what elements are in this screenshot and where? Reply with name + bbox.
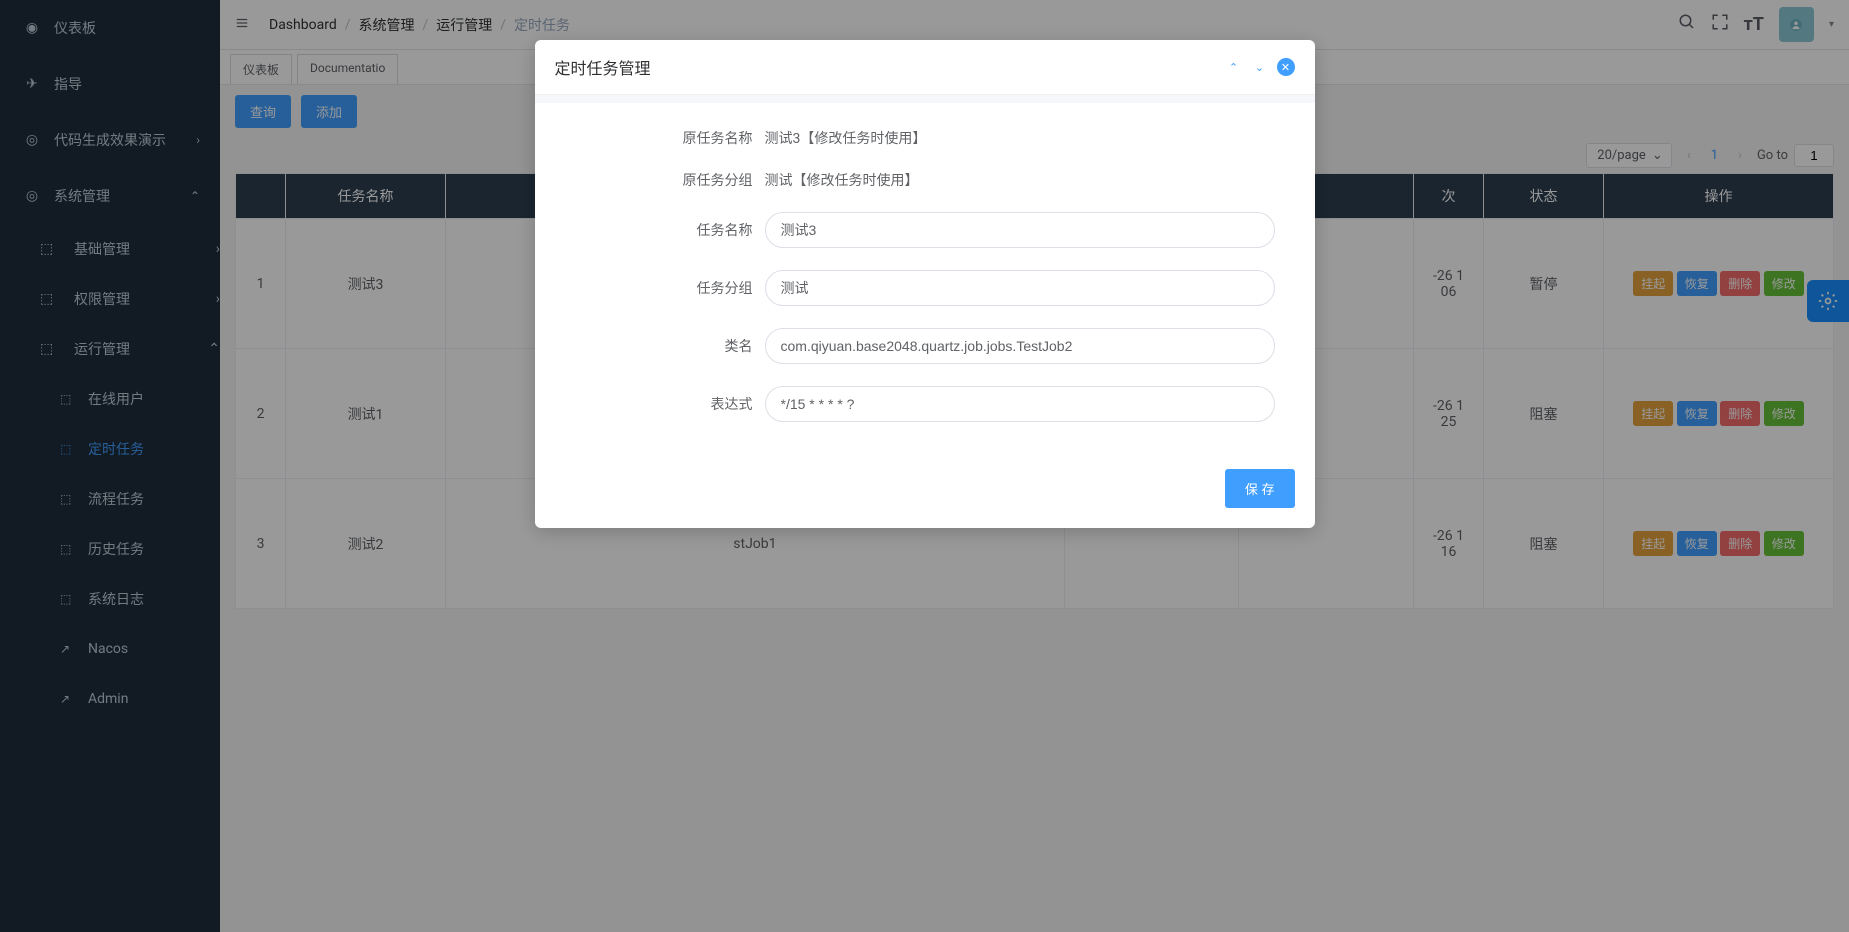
form-label: 类名 [575, 336, 765, 356]
form-label: 原任务名称 [575, 128, 765, 148]
modal-footer: 保 存 [535, 454, 1315, 528]
form-label: 任务分组 [575, 278, 765, 298]
form-row-group: 任务分组 [575, 270, 1275, 306]
form-row-class: 类名 [575, 328, 1275, 364]
expression-input[interactable] [765, 386, 1275, 422]
modal-down-icon[interactable]: ⌄ [1251, 58, 1269, 76]
modal-up-icon[interactable]: ⌃ [1225, 58, 1243, 76]
form-value: 测试【修改任务时使用】 [765, 170, 1275, 190]
form-value: 测试3【修改任务时使用】 [765, 128, 1275, 148]
form-label: 表达式 [575, 394, 765, 414]
form-row-expr: 表达式 [575, 386, 1275, 422]
class-name-input[interactable] [765, 328, 1275, 364]
form-row-orig-group: 原任务分组 测试【修改任务时使用】 [575, 170, 1275, 190]
form-label: 原任务分组 [575, 170, 765, 190]
form-row-orig-name: 原任务名称 测试3【修改任务时使用】 [575, 128, 1275, 148]
task-group-input[interactable] [765, 270, 1275, 306]
modal-divider [535, 95, 1315, 103]
modal-body: 原任务名称 测试3【修改任务时使用】 原任务分组 测试【修改任务时使用】 任务名… [535, 103, 1315, 454]
modal: 定时任务管理 ⌃ ⌄ ✕ 原任务名称 测试3【修改任务时使用】 原任务分组 测试… [535, 40, 1315, 528]
modal-overlay[interactable]: 定时任务管理 ⌃ ⌄ ✕ 原任务名称 测试3【修改任务时使用】 原任务分组 测试… [0, 0, 1849, 932]
form-label: 任务名称 [575, 220, 765, 240]
modal-title: 定时任务管理 [555, 55, 651, 79]
modal-controls: ⌃ ⌄ ✕ [1225, 58, 1295, 76]
form-row-name: 任务名称 [575, 212, 1275, 248]
task-name-input[interactable] [765, 212, 1275, 248]
save-button[interactable]: 保 存 [1225, 469, 1295, 508]
modal-header: 定时任务管理 ⌃ ⌄ ✕ [535, 40, 1315, 95]
modal-close-icon[interactable]: ✕ [1277, 58, 1295, 76]
